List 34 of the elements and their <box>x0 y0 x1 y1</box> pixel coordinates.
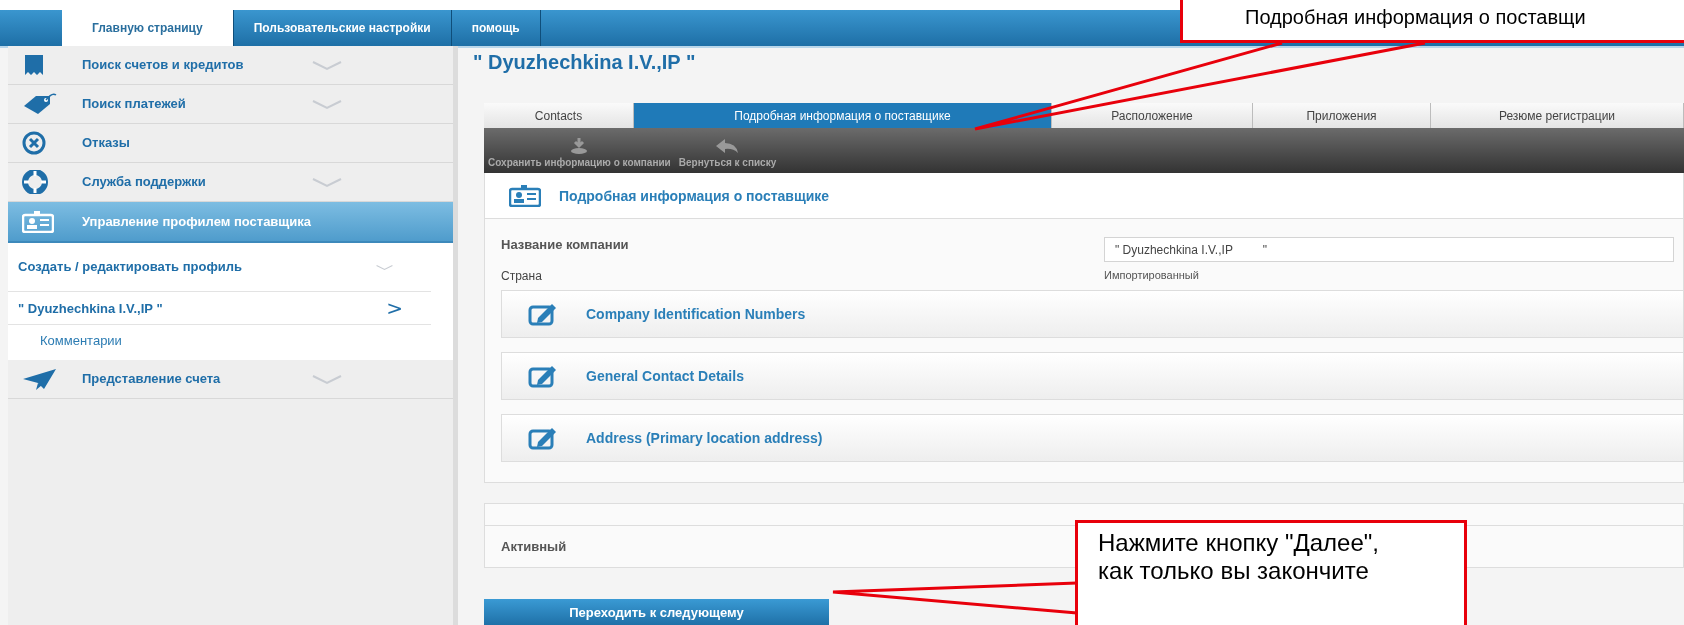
section-header[interactable]: Address (Primary location address) <box>501 414 1683 462</box>
download-icon <box>571 138 588 154</box>
callout: Нажмите кнопку "Далее", как только вы закончите <box>1075 520 1467 625</box>
sidebar-item[interactable]: Поиск счетов и кредитов <box>8 46 453 85</box>
field-label: Страна <box>501 268 543 283</box>
receipt-icon <box>22 53 46 77</box>
imported-note: Импортированный <box>1104 268 1200 281</box>
save-button[interactable]: Сохранить информацию о компании <box>484 138 675 168</box>
sidebar-item[interactable]: Отказы <box>8 124 453 163</box>
lifebuoy-icon <box>22 170 48 194</box>
back-button[interactable]: Вернуться к списку <box>674 139 781 168</box>
id-card-icon <box>22 210 54 233</box>
edit-icon <box>528 302 558 326</box>
edit-icon <box>528 426 558 450</box>
section-header[interactable]: Company Identification Numbers <box>501 290 1683 338</box>
id-card-icon <box>509 184 541 207</box>
sidebar-item[interactable]: Представление счета <box>8 360 453 399</box>
next-button[interactable]: Переходить к следующему <box>484 599 829 625</box>
sidebar-item[interactable]: Поиск платежей <box>8 85 453 124</box>
field-label: Название компании <box>501 237 630 252</box>
company-name-field[interactable]: " Dyuzhechkina I.V.,IP " <box>1104 237 1674 262</box>
tag-icon <box>22 92 58 116</box>
edit-icon <box>528 364 558 388</box>
paper-plane-icon <box>22 367 58 391</box>
callout: Подробная информация о поставщи <box>1180 0 1684 43</box>
sidebar-item[interactable]: Управление профилем поставщика <box>8 202 453 243</box>
close-circle-icon <box>22 131 46 155</box>
tab[interactable]: Подробная информация о поставщике <box>634 103 1052 128</box>
back-arrow-icon <box>716 139 739 154</box>
page-title: " Dyuzhechkina I.V.,IP " <box>473 51 696 75</box>
section-header[interactable]: General Contact Details <box>501 352 1683 400</box>
panel-title: Подробная информация о поставщике <box>559 187 830 204</box>
status-label: Активный <box>501 539 567 554</box>
nav-tab[interactable]: Главную страницу <box>62 10 234 46</box>
